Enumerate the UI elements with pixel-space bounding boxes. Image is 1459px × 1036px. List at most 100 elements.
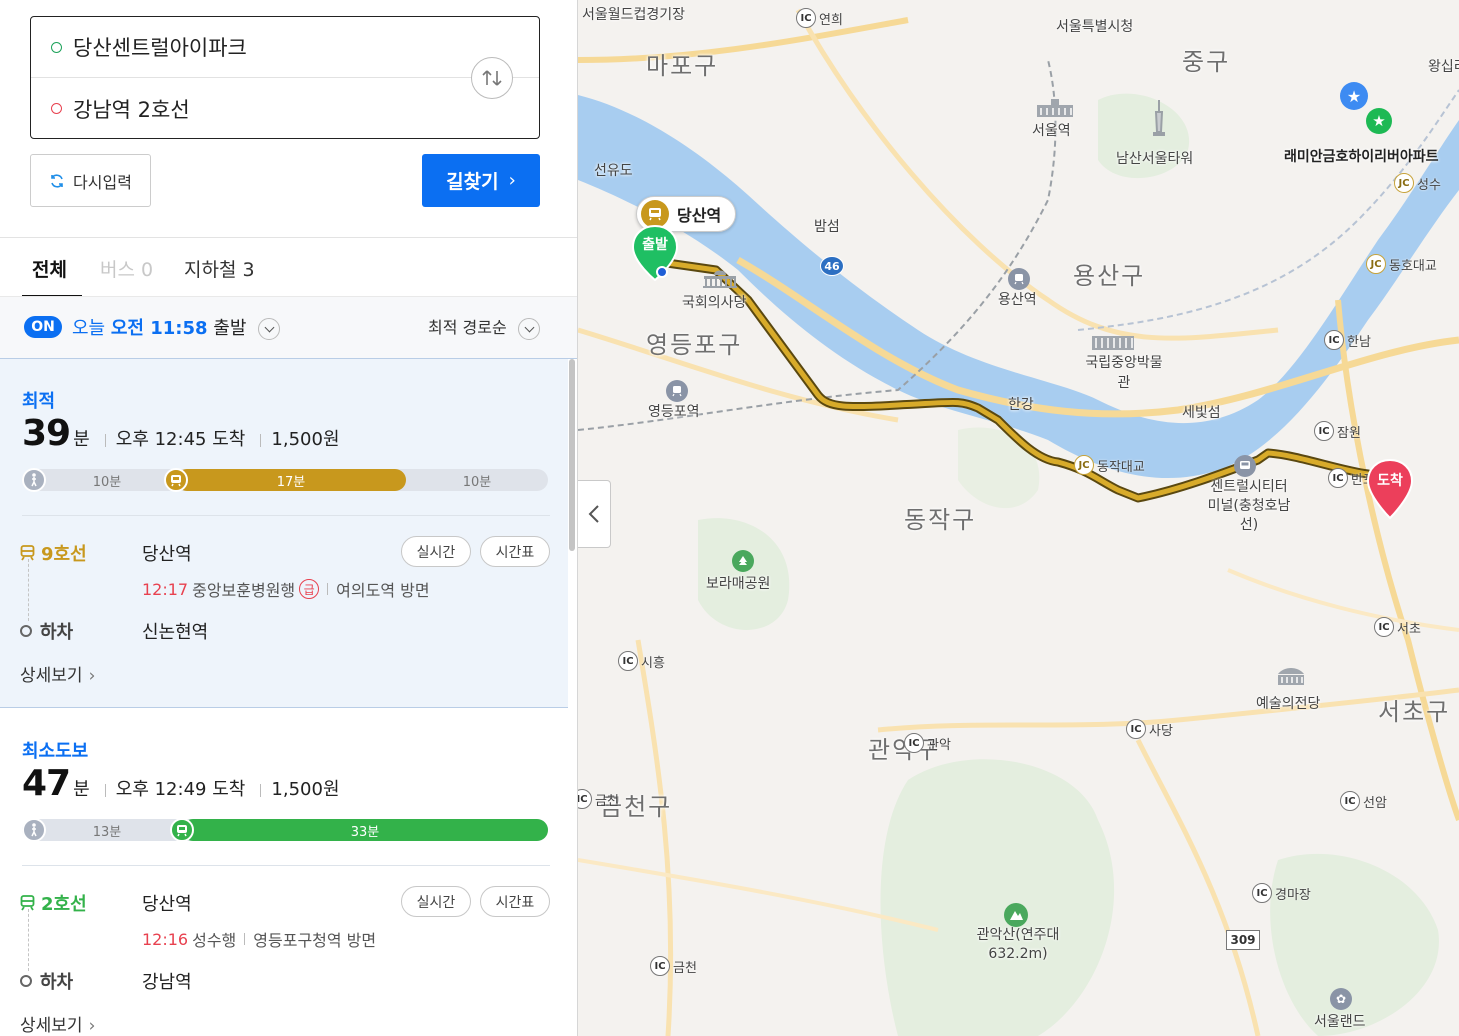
route-connector <box>28 559 29 621</box>
line-name: 9호선 <box>41 544 87 565</box>
route-minutes: 47 <box>22 763 71 804</box>
reset-label: 다시입력 <box>73 172 132 192</box>
favorite-star-icon[interactable]: ★ <box>1366 108 1392 134</box>
start-station-name: 당산역 <box>677 206 722 225</box>
route-connector <box>28 909 29 971</box>
tab-bus[interactable]: 버스 0 <box>100 255 153 282</box>
junction-marker: JC 동호대교 <box>1366 254 1437 274</box>
junction-marker: JC 성수 <box>1394 173 1441 193</box>
place-label: 왕십리 <box>1428 59 1459 75</box>
district-label: 서초구 <box>1378 698 1451 726</box>
realtime-button[interactable]: 실시간 <box>401 536 471 567</box>
interchange-marker: IC 사당 <box>1126 719 1173 739</box>
chevron-down-icon <box>258 318 281 340</box>
express-badge: 급 <box>299 579 320 599</box>
place-label: 서울역 <box>1032 123 1071 139</box>
place-label: 국립중앙박물관 <box>1085 355 1163 391</box>
interchange-marker: IC 금천 <box>578 789 619 809</box>
train-direction: 중앙보훈병원행 <box>192 581 296 600</box>
place-label: 영등포역 <box>648 404 700 420</box>
place-label: 세빛섬 <box>1182 405 1221 421</box>
bus-terminal-icon <box>1234 455 1256 477</box>
departure-bar: ON 오늘 오전 11:58 출발 최적 경로순 <box>0 297 577 358</box>
walk-icon <box>22 818 46 842</box>
subway-icon <box>20 895 35 911</box>
landmark-icon <box>1030 92 1080 120</box>
interchange-marker: IC 금천 <box>650 956 697 976</box>
tab-subway-label: 지하철 <box>184 259 237 281</box>
place-label: 보라매공원 <box>706 576 771 592</box>
swap-icon[interactable] <box>471 57 513 99</box>
route-card[interactable]: 최적 39 분 오후 12:45 도착 1,500원 10분 17분 10분 9호… <box>0 359 568 708</box>
alight-ring-icon <box>20 975 32 987</box>
place-label: 센트럴시티터미널(충청호남선) <box>1207 479 1291 533</box>
junction-marker: JC 동작대교 <box>1074 455 1145 475</box>
subway-line-label: 9호선 <box>20 540 87 566</box>
departure-time-selector[interactable]: 오늘 오전 11:58 출발 <box>72 314 281 340</box>
route-card[interactable]: 최소도보 47 분 오후 12:49 도착 1,500원 13분 33분 2호선 … <box>0 709 568 1036</box>
scrollbar[interactable] <box>569 359 575 551</box>
sort-selector[interactable]: 최적 경로순 <box>428 314 540 340</box>
departure-suffix: 출발 <box>213 318 247 339</box>
destination-field[interactable]: 강남역 2호선 <box>31 78 539 139</box>
end-pin-label: 도착 <box>1377 473 1403 489</box>
interchange-marker: IC 경마장 <box>1252 883 1311 903</box>
end-pin[interactable]: 도착 <box>1366 458 1414 526</box>
search-button[interactable]: 길찾기 › <box>422 154 540 207</box>
alight-label: 하차 <box>20 968 73 994</box>
board-station: 당산역 <box>142 544 192 565</box>
route-type: 최소도보 <box>22 741 89 762</box>
tab-subway[interactable]: 지하철 3 <box>184 255 255 282</box>
directions-panel: 당산센트럴아이파크 강남역 2호선 다시입력 길찾기 › 전체 버스 0 지하철… <box>0 0 578 1036</box>
divider <box>22 865 550 866</box>
detail-link[interactable]: 상세보기 <box>20 1011 95 1036</box>
landmark-icon <box>1088 332 1138 352</box>
reset-button[interactable]: 다시입력 <box>30 154 151 207</box>
place-label: 한강 <box>1008 397 1034 413</box>
place-label: 래미안금호하이리버아파트 <box>1284 149 1439 165</box>
tower-icon <box>1150 100 1168 144</box>
place-label: 서울랜드 <box>1314 1014 1366 1030</box>
timetable-button[interactable]: 시간표 <box>480 536 550 567</box>
route-input-box: 당산센트럴아이파크 강남역 2호선 <box>30 16 540 139</box>
tab-all[interactable]: 전체 <box>32 255 67 282</box>
interchange-marker: IC 선암 <box>1340 791 1387 811</box>
origin-field[interactable]: 당산센트럴아이파크 <box>31 17 539 78</box>
alight-station: 강남역 <box>142 972 192 993</box>
alight-ring-icon <box>20 625 32 637</box>
interchange-marker: IC 잠원 <box>1314 421 1361 441</box>
divider <box>22 515 550 516</box>
train-heading: 영등포구청역 방면 <box>253 931 377 950</box>
realtime-on-toggle[interactable]: ON <box>24 316 62 338</box>
place-label: 예술의전당 <box>1256 696 1321 712</box>
station-icon <box>1008 268 1030 290</box>
place-label: 선유도 <box>594 163 633 179</box>
route-minutes-unit: 분 <box>73 779 90 800</box>
sort-label: 최적 경로순 <box>428 318 507 337</box>
origin-text: 당산센트럴아이파크 <box>73 36 247 60</box>
station-icon <box>666 380 688 402</box>
interchange-marker: IC 서초 <box>1374 617 1421 637</box>
chevron-right-icon: › <box>508 170 516 191</box>
realtime-button[interactable]: 실시간 <box>401 886 471 917</box>
board-station: 당산역 <box>142 894 192 915</box>
timetable-button[interactable]: 시간표 <box>480 886 550 917</box>
refresh-icon <box>51 173 63 188</box>
alight-text: 하차 <box>40 972 74 993</box>
route-minutes: 39 <box>22 413 71 454</box>
subway-line-label: 2호선 <box>20 890 87 916</box>
collapse-panel-button[interactable] <box>578 480 611 548</box>
segment-walk: 13분 <box>92 824 122 840</box>
place-label: 밤섬 <box>814 219 840 235</box>
route-timeline-bar: 13분 33분 <box>22 818 548 842</box>
map-view[interactable]: 마포구 중구 용산구 영등포구 동작구 관악구 금천구 서초구 서울월드컵경기장… <box>578 0 1459 1036</box>
subway-icon <box>170 818 194 842</box>
train-info: 12:16 성수행 영등포구청역 방면 <box>142 927 376 951</box>
segment-walk: 10분 <box>92 474 122 490</box>
departure-time: 오전 11:58 <box>110 318 208 339</box>
alight-text: 하차 <box>40 622 74 643</box>
detail-link[interactable]: 상세보기 <box>20 661 95 686</box>
favorite-star-icon[interactable]: ★ <box>1340 82 1368 110</box>
start-pin[interactable]: 출발 <box>631 224 679 288</box>
route-minutes-unit: 분 <box>73 429 90 450</box>
